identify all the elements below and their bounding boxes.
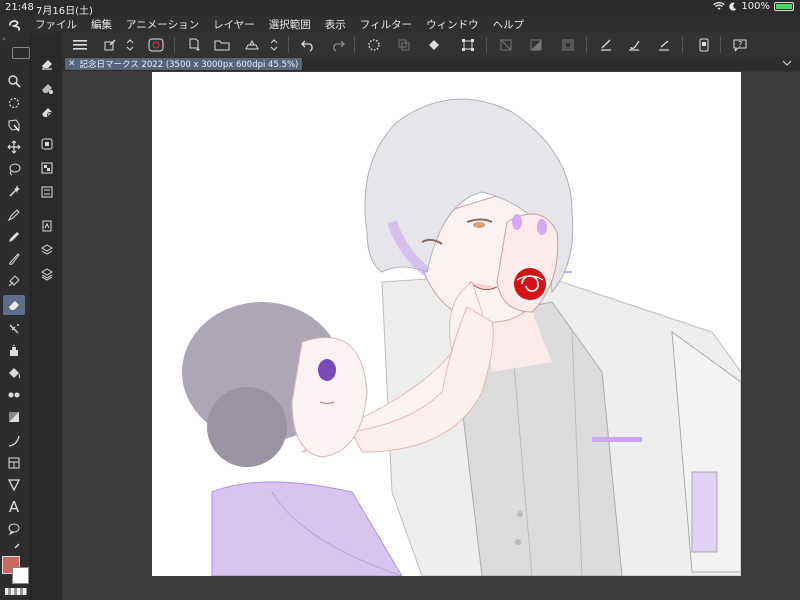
eraser-stack-icon[interactable] [38, 217, 56, 235]
command-bar: ? [62, 33, 800, 58]
ruler-icon[interactable] [654, 35, 674, 55]
figure-icon[interactable] [3, 431, 25, 451]
menu-bar: ファイル 編集 アニメーション レイヤー 選択範囲 表示 フィルター ウィンドウ… [0, 16, 800, 33]
battery-percent: 100% [741, 1, 770, 12]
stepper-icon[interactable] [124, 35, 136, 55]
battery-icon [774, 2, 794, 11]
operation-icon[interactable] [3, 115, 25, 135]
wifi-icon [713, 2, 726, 11]
frame-icon[interactable] [3, 453, 25, 473]
fill-icon[interactable] [3, 363, 25, 383]
menu-edit[interactable]: 編集 [86, 17, 121, 32]
airbrush-icon[interactable] [3, 341, 25, 361]
pen-icon[interactable] [3, 205, 25, 225]
moon-icon [729, 2, 737, 11]
clip-studio-icon[interactable] [146, 35, 166, 55]
menu-selection[interactable]: 選択範囲 [264, 17, 320, 32]
clip-studio-logo-icon[interactable] [0, 16, 30, 33]
ruler-icon[interactable] [3, 475, 25, 495]
gradient-icon[interactable] [3, 385, 25, 405]
magic-wand-icon[interactable] [3, 181, 25, 201]
eraser-all-layers-icon[interactable] [38, 265, 56, 283]
menu-file[interactable]: ファイル [30, 17, 86, 32]
blend-icon[interactable] [3, 319, 25, 339]
drawing-canvas[interactable] [152, 72, 741, 576]
eraser-layer-icon[interactable] [38, 159, 56, 177]
collapse-icon[interactable]: « [2, 35, 6, 43]
menu-filter[interactable]: フィルター [355, 17, 421, 32]
apply-correction-icon[interactable] [596, 35, 616, 55]
gradient-fill-icon[interactable] [3, 407, 25, 427]
sub-color-swatch[interactable] [12, 567, 29, 584]
copy-icon[interactable] [394, 35, 414, 55]
loading-icon[interactable] [364, 35, 384, 55]
eraser-reference-icon[interactable] [38, 241, 56, 259]
transform-icon[interactable] [458, 35, 478, 55]
menu-window[interactable]: ウィンドウ [421, 17, 488, 32]
fill-icon[interactable] [424, 35, 444, 55]
close-icon[interactable]: ✕ [68, 59, 76, 69]
eraser-rough-icon[interactable] [38, 135, 56, 153]
chevron-down-icon[interactable] [782, 58, 792, 68]
menu-animation[interactable]: アニメーション [121, 17, 208, 32]
lasso-icon[interactable] [3, 159, 25, 179]
tool-palette: « A [0, 33, 31, 600]
stepper-icon[interactable] [268, 35, 280, 55]
menu-layer[interactable]: レイヤー [208, 17, 264, 32]
brush-icon[interactable] [3, 249, 25, 269]
search-icon[interactable] [3, 71, 25, 91]
redo-icon[interactable] [328, 35, 348, 55]
help-icon[interactable]: ? [730, 35, 750, 55]
eraser-hard-icon[interactable] [38, 55, 56, 73]
transparent-color-swatch[interactable] [5, 588, 27, 595]
menu-view[interactable]: 表示 [320, 17, 355, 32]
new-icon[interactable] [184, 35, 204, 55]
open-icon[interactable] [212, 35, 232, 55]
pencil-icon[interactable] [3, 227, 25, 247]
sub-tool-palette [31, 33, 63, 600]
menu-icon[interactable] [70, 35, 90, 55]
artwork-illustration [182, 98, 741, 576]
brush-icon[interactable] [624, 35, 644, 55]
palette-menu-icon[interactable] [12, 47, 30, 59]
menu-help[interactable]: ヘルプ [488, 17, 534, 32]
undo-icon[interactable] [298, 35, 318, 55]
red-rose [514, 268, 546, 300]
eraser-vector-icon[interactable] [38, 103, 56, 121]
status-date: 7月16日(土) [36, 6, 93, 17]
balloon-icon[interactable] [3, 519, 25, 539]
document-tab-row: ✕ 記念日マークス 2022 (3500 x 3000px 600dpi 45.… [62, 57, 800, 71]
status-bar: 21:48 7月16日(土) 100% [0, 0, 800, 17]
status-time: 21:48 [5, 2, 34, 13]
smartphone-icon[interactable] [694, 35, 714, 55]
eraser-soft-icon[interactable] [38, 79, 56, 97]
document-tab-title: 記念日マークス 2022 (3500 x 3000px 600dpi 45.5%… [79, 60, 299, 70]
decorate-icon[interactable] [3, 271, 25, 291]
svg-text:?: ? [738, 40, 742, 49]
selection-icon[interactable] [526, 35, 546, 55]
zoom-rotate-icon[interactable] [3, 93, 25, 113]
eraser-snap-icon[interactable] [38, 183, 56, 201]
save-icon[interactable] [242, 35, 262, 55]
document-tab[interactable]: ✕ 記念日マークス 2022 (3500 x 3000px 600dpi 45.… [65, 58, 303, 70]
text-icon[interactable]: A [3, 497, 25, 517]
eraser-icon[interactable] [3, 295, 25, 315]
move-icon[interactable] [3, 137, 25, 157]
show-selection-icon[interactable] [558, 35, 578, 55]
clear-outside-icon[interactable] [496, 35, 516, 55]
canvas-settings-icon[interactable] [100, 35, 120, 55]
